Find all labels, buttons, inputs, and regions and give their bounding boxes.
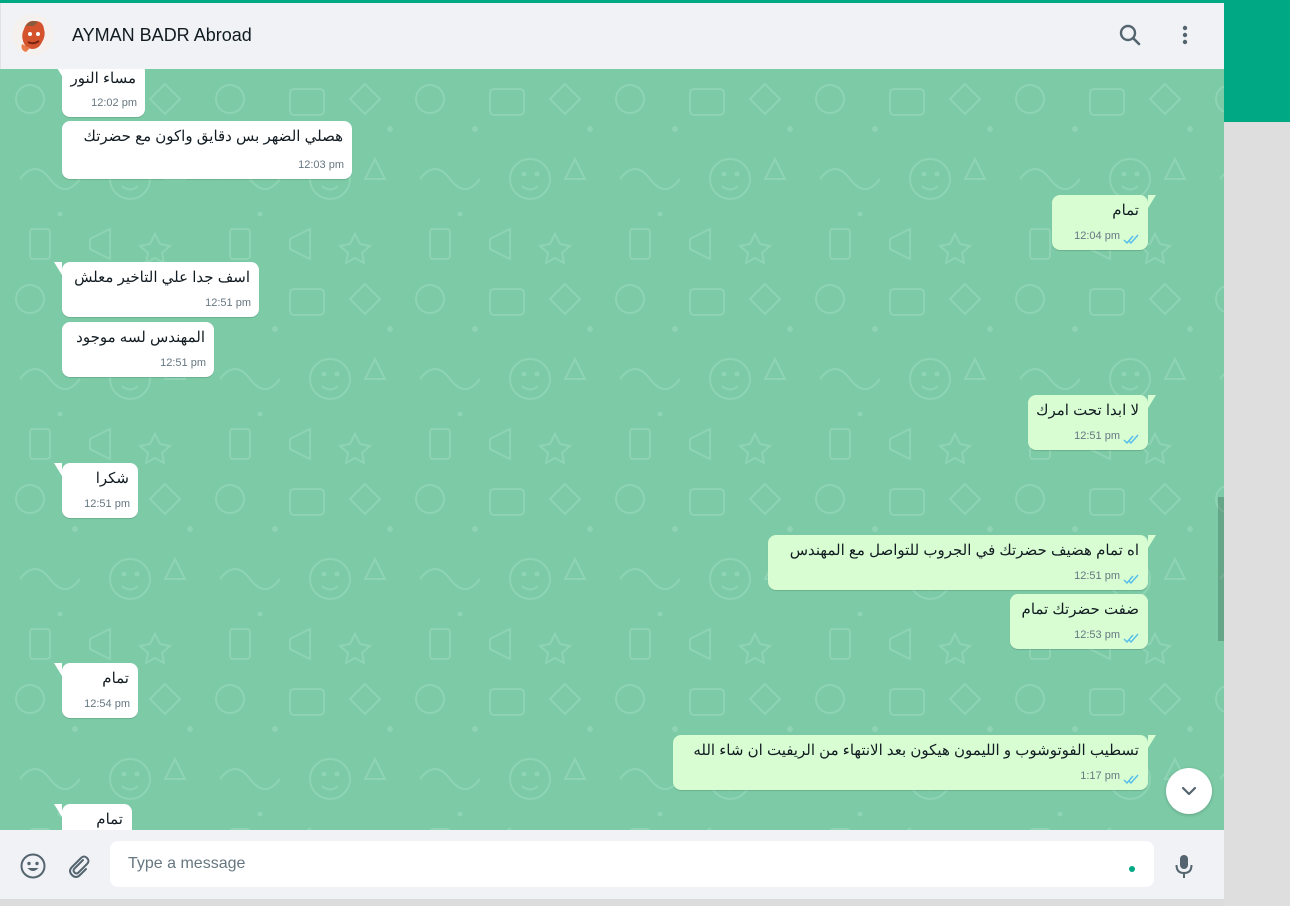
message-text: مساء النور — [70, 70, 136, 87]
bubble-tail — [1148, 195, 1156, 208]
read-receipt-icon — [1123, 574, 1139, 585]
read-receipt-icon — [1123, 633, 1139, 644]
chat-header[interactable]: AYMAN BADR Abroad — [0, 3, 1224, 69]
message-time: 12:51 pm — [1074, 570, 1120, 582]
message-text: تمام — [102, 670, 129, 687]
message-input-container[interactable] — [110, 841, 1154, 887]
message-text: شكرا — [95, 470, 129, 487]
chevron-down-icon — [1181, 786, 1197, 796]
bubble-tail — [54, 663, 62, 676]
message-time: 12:51 pm — [84, 498, 130, 510]
window-background — [1224, 122, 1290, 906]
message-text: المهندس لسه موجود — [76, 329, 205, 346]
bubble-tail — [1148, 535, 1156, 548]
bubble-tail — [54, 463, 62, 476]
bubble-tail — [54, 262, 62, 275]
message-time: 12:51 pm — [205, 297, 251, 309]
message-text: ضفت حضرتك تمام — [1021, 601, 1139, 618]
message-text: لا ابدا تحت امرك — [1036, 402, 1139, 419]
input-indicator-dot — [1129, 866, 1135, 872]
message-time: 12:53 pm — [1074, 629, 1120, 641]
message-time: 12:04 pm — [1074, 230, 1120, 242]
incoming-message[interactable]: مساء النور 12:02 pm — [54, 69, 145, 117]
message-time: 12:54 pm — [84, 698, 130, 710]
read-receipt-icon — [1123, 774, 1139, 785]
scroll-to-bottom-button[interactable] — [1166, 768, 1212, 814]
message-text: هصلي الضهر بس دقايق واكون مع حضرتك — [83, 128, 343, 145]
outgoing-message[interactable]: تسطيب الفوتوشوب و الليمون هيكون بعد الان… — [673, 735, 1156, 790]
search-icon[interactable] — [1117, 22, 1143, 48]
incoming-message[interactable]: المهندس لسه موجود 12:51 pm — [62, 322, 214, 377]
scrollbar[interactable] — [1218, 497, 1224, 641]
incoming-message[interactable]: شكرا 12:51 pm — [54, 463, 138, 518]
message-text: اه تمام هضيف حضرتك في الجروب للتواصل مع … — [789, 542, 1139, 559]
incoming-message[interactable]: اسف جدا علي التاخير معلش 12:51 pm — [54, 262, 259, 317]
bubble-tail — [1148, 395, 1156, 408]
composer-bar — [0, 830, 1224, 899]
bubble-tail — [54, 804, 62, 817]
outgoing-message[interactable]: تمام 12:04 pm — [1052, 195, 1156, 250]
message-time: 12:02 pm — [91, 97, 137, 109]
outgoing-message[interactable]: ضفت حضرتك تمام 12:53 pm — [1010, 594, 1148, 649]
outgoing-message[interactable]: اه تمام هضيف حضرتك في الجروب للتواصل مع … — [768, 535, 1156, 590]
microphone-icon[interactable] — [1170, 852, 1198, 880]
emoji-icon[interactable] — [19, 852, 47, 880]
incoming-message[interactable]: هصلي الضهر بس دقايق واكون مع حضرتك 12:03… — [62, 121, 352, 179]
incoming-message[interactable]: تمام — [54, 804, 132, 830]
message-text: تمام — [96, 811, 123, 828]
chat-window: AYMAN BADR Abroad مساء النور 12:02 pm هص… — [0, 3, 1224, 899]
message-time: 12:51 pm — [1074, 430, 1120, 442]
message-list[interactable]: مساء النور 12:02 pm هصلي الضهر بس دقايق … — [0, 69, 1224, 830]
message-text: تمام — [1112, 202, 1139, 219]
paperclip-icon[interactable] — [65, 852, 93, 880]
message-text: تسطيب الفوتوشوب و الليمون هيكون بعد الان… — [693, 742, 1139, 759]
read-receipt-icon — [1123, 434, 1139, 445]
outgoing-message[interactable]: لا ابدا تحت امرك 12:51 pm — [1028, 395, 1156, 450]
bubble-tail — [54, 69, 62, 76]
message-text: اسف جدا علي التاخير معلش — [74, 269, 250, 286]
message-time: 12:03 pm — [298, 159, 344, 171]
read-receipt-icon — [1123, 234, 1139, 245]
message-time: 1:17 pm — [1080, 770, 1120, 782]
message-input[interactable] — [128, 853, 1108, 875]
incoming-message[interactable]: تمام 12:54 pm — [54, 663, 138, 718]
bubble-tail — [1148, 735, 1156, 748]
contact-name[interactable]: AYMAN BADR Abroad — [72, 25, 252, 46]
avatar[interactable] — [12, 14, 54, 56]
vertical-dots-icon[interactable] — [1172, 22, 1198, 48]
message-time: 12:51 pm — [160, 357, 206, 369]
